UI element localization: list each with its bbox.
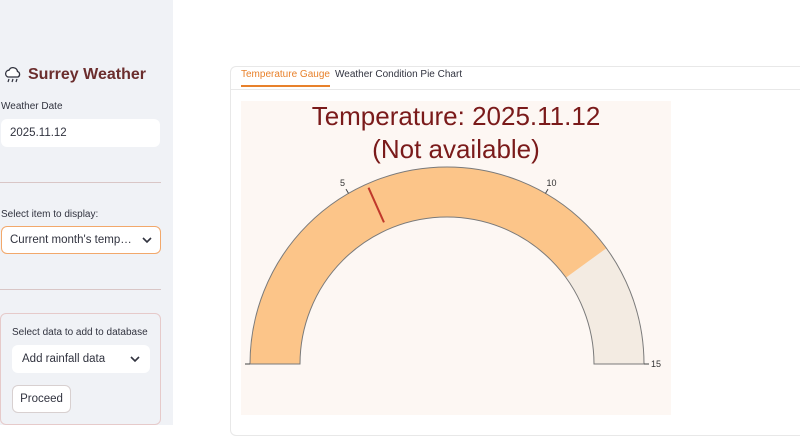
gauge-chart: Temperature: 2025.11.12 (Not available) …	[241, 101, 671, 415]
gauge-tick-label: 10	[546, 178, 556, 188]
sidebar: Surrey Weather Weather Date 2025.11.12 S…	[0, 0, 173, 425]
weather-date-value: 2025.11.12	[10, 127, 67, 139]
proceed-button[interactable]: Proceed	[12, 385, 71, 413]
divider	[0, 289, 161, 290]
display-item-select[interactable]: Current month's temp…	[1, 226, 161, 254]
tab-weather-pie-chart[interactable]: Weather Condition Pie Chart	[335, 69, 462, 85]
chart-title-line1: Temperature: 2025.11.12	[312, 101, 601, 131]
add-data-form: Select data to add to database Add rainf…	[0, 313, 161, 425]
gauge-tick	[545, 188, 549, 194]
cloud-rain-icon	[5, 67, 21, 83]
add-data-select[interactable]: Add rainfall data	[12, 345, 150, 373]
chevron-down-icon	[142, 236, 152, 243]
tab-temperature-gauge[interactable]: Temperature Gauge	[241, 69, 330, 87]
app-title-text: Surrey Weather	[28, 66, 146, 83]
display-item-value: Current month's temp…	[10, 234, 132, 246]
tab-bar: Temperature Gauge Weather Condition Pie …	[231, 67, 800, 90]
chart-title-line2: (Not available)	[372, 134, 540, 164]
add-data-value: Add rainfall data	[22, 353, 106, 365]
add-data-label: Select data to add to database	[12, 327, 148, 338]
gauge-tick	[345, 188, 349, 194]
gauge-tick-label: 15	[651, 359, 661, 369]
divider	[0, 182, 161, 183]
weather-date-label: Weather Date	[1, 101, 63, 112]
select-item-label: Select item to display:	[1, 209, 99, 220]
gauge-tick-label: 5	[340, 178, 345, 188]
gauge-svg: Temperature: 2025.11.12 (Not available) …	[245, 101, 661, 369]
weather-date-input[interactable]: 2025.11.12	[1, 119, 160, 147]
chevron-down-icon	[130, 355, 140, 362]
app-title: Surrey Weather	[4, 66, 146, 84]
